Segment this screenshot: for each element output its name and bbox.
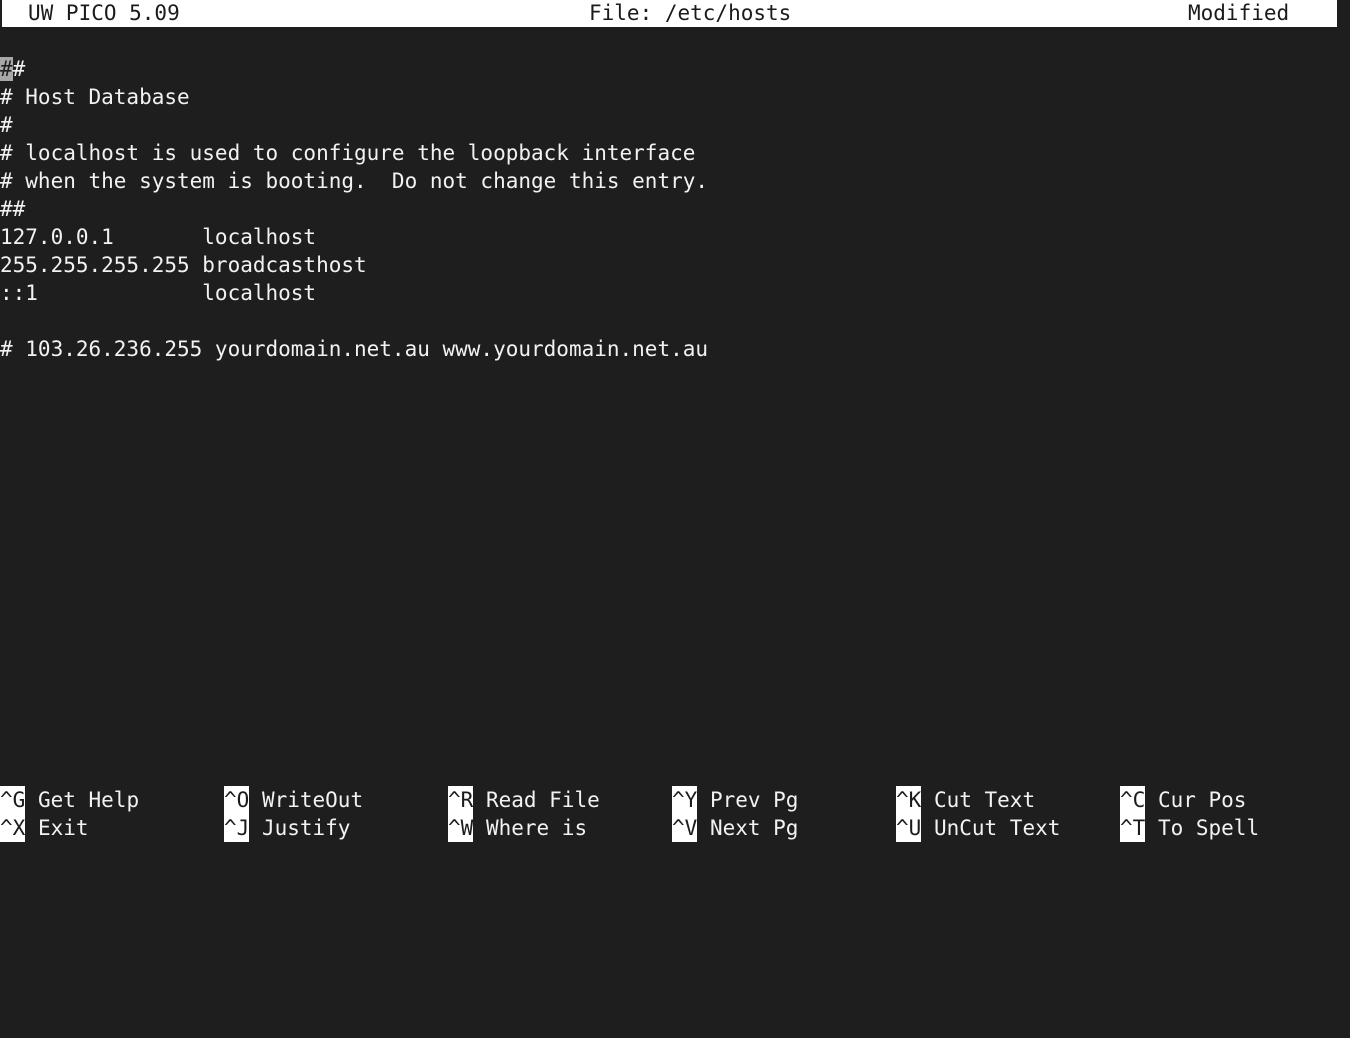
shortcut-cur-pos[interactable]: ^C Cur Pos bbox=[1120, 786, 1246, 814]
editor-line-text: 255.255.255.255 broadcasthost bbox=[0, 253, 367, 277]
shortcut-justify[interactable]: ^J Justify bbox=[224, 814, 350, 842]
editor-line[interactable]: 255.255.255.255 broadcasthost bbox=[0, 251, 1350, 279]
shortcut-key: ^G bbox=[0, 786, 26, 814]
shortcut-row-1: ^G Get Help ^O WriteOut ^R Read File ^Y … bbox=[0, 786, 1350, 814]
shortcut-to-spell[interactable]: ^T To Spell bbox=[1120, 814, 1259, 842]
editor-line[interactable]: # bbox=[0, 111, 1350, 139]
editor-line[interactable]: ## bbox=[0, 55, 1350, 83]
editor-line[interactable]: # 103.26.236.255 yourdomain.net.au www.y… bbox=[0, 335, 1350, 363]
shortcut-label: Exit bbox=[25, 816, 89, 840]
editor-line[interactable]: ::1 localhost bbox=[0, 279, 1350, 307]
shortcut-key: ^W bbox=[448, 814, 474, 842]
editor-line-text: # bbox=[12, 57, 26, 81]
shortcut-where-is[interactable]: ^W Where is bbox=[448, 814, 587, 842]
shortcut-key: ^T bbox=[1120, 814, 1146, 842]
shortcut-get-help[interactable]: ^G Get Help bbox=[0, 786, 139, 814]
shortcut-label: To Spell bbox=[1145, 816, 1260, 840]
editor-line-text: # Host Database bbox=[0, 85, 190, 109]
shortcut-label: Cut Text bbox=[921, 788, 1036, 812]
shortcut-label: Justify bbox=[249, 816, 351, 840]
shortcut-key: ^K bbox=[896, 786, 922, 814]
text-cursor: # bbox=[0, 57, 13, 81]
editor-line[interactable]: # localhost is used to configure the loo… bbox=[0, 139, 1350, 167]
shortcut-label: Get Help bbox=[25, 788, 140, 812]
editor-line[interactable]: # Host Database bbox=[0, 83, 1350, 111]
app-title: UW PICO 5.09 bbox=[28, 1, 180, 25]
shortcut-key: ^J bbox=[224, 814, 250, 842]
modified-status: Modified bbox=[1188, 1, 1290, 25]
shortcut-key: ^V bbox=[672, 814, 698, 842]
shortcut-writeout[interactable]: ^O WriteOut bbox=[224, 786, 363, 814]
shortcut-label: Prev Pg bbox=[697, 788, 799, 812]
shortcut-key: ^C bbox=[1120, 786, 1146, 814]
editor-line-text: 127.0.0.1 localhost bbox=[0, 225, 317, 249]
shortcut-uncut-text[interactable]: ^U UnCut Text bbox=[896, 814, 1060, 842]
shortcut-cut-text[interactable]: ^K Cut Text bbox=[896, 786, 1035, 814]
shortcut-label: Next Pg bbox=[697, 816, 799, 840]
editor-line[interactable]: ## bbox=[0, 195, 1350, 223]
shortcut-label: WriteOut bbox=[249, 788, 364, 812]
shortcut-key: ^R bbox=[448, 786, 474, 814]
title-bar: UW PICO 5.09 File: /etc/hosts Modified bbox=[0, 0, 1337, 27]
shortcut-prev-pg[interactable]: ^Y Prev Pg bbox=[672, 786, 798, 814]
editor-line-text: # when the system is booting. Do not cha… bbox=[0, 169, 709, 193]
file-path-title: File: /etc/hosts bbox=[589, 1, 792, 25]
title-bar-left-edge bbox=[0, 0, 2, 27]
shortcut-label: Read File bbox=[473, 788, 600, 812]
editor-line[interactable]: # when the system is booting. Do not cha… bbox=[0, 167, 1350, 195]
shortcut-label: Cur Pos bbox=[1145, 788, 1247, 812]
editor-line-text: # bbox=[0, 113, 13, 137]
pico-editor-terminal: UW PICO 5.09 File: /etc/hosts Modified #… bbox=[0, 0, 1350, 846]
editor-line-blank[interactable] bbox=[0, 307, 1350, 335]
editor-line-text: ## bbox=[0, 197, 26, 221]
shortcut-key: ^O bbox=[224, 786, 250, 814]
shortcut-row-2: ^X Exit ^J Justify ^W Where is ^V Next P… bbox=[0, 814, 1350, 842]
shortcut-read-file[interactable]: ^R Read File bbox=[448, 786, 600, 814]
shortcut-exit[interactable]: ^X Exit bbox=[0, 814, 89, 842]
shortcut-key: ^Y bbox=[672, 786, 698, 814]
shortcut-next-pg[interactable]: ^V Next Pg bbox=[672, 814, 798, 842]
shortcut-key: ^U bbox=[896, 814, 922, 842]
editor-text-area[interactable]: ## # Host Database # # localhost is used… bbox=[0, 55, 1350, 755]
shortcut-help-bar: ^G Get Help ^O WriteOut ^R Read File ^Y … bbox=[0, 786, 1350, 842]
shortcut-label: Where is bbox=[473, 816, 588, 840]
editor-line-text: ::1 localhost bbox=[0, 281, 317, 305]
shortcut-key: ^X bbox=[0, 814, 26, 842]
editor-line-text: # localhost is used to configure the loo… bbox=[0, 141, 696, 165]
editor-line-text: # 103.26.236.255 yourdomain.net.au www.y… bbox=[0, 337, 709, 361]
editor-line[interactable]: 127.0.0.1 localhost bbox=[0, 223, 1350, 251]
shortcut-label: UnCut Text bbox=[921, 816, 1061, 840]
